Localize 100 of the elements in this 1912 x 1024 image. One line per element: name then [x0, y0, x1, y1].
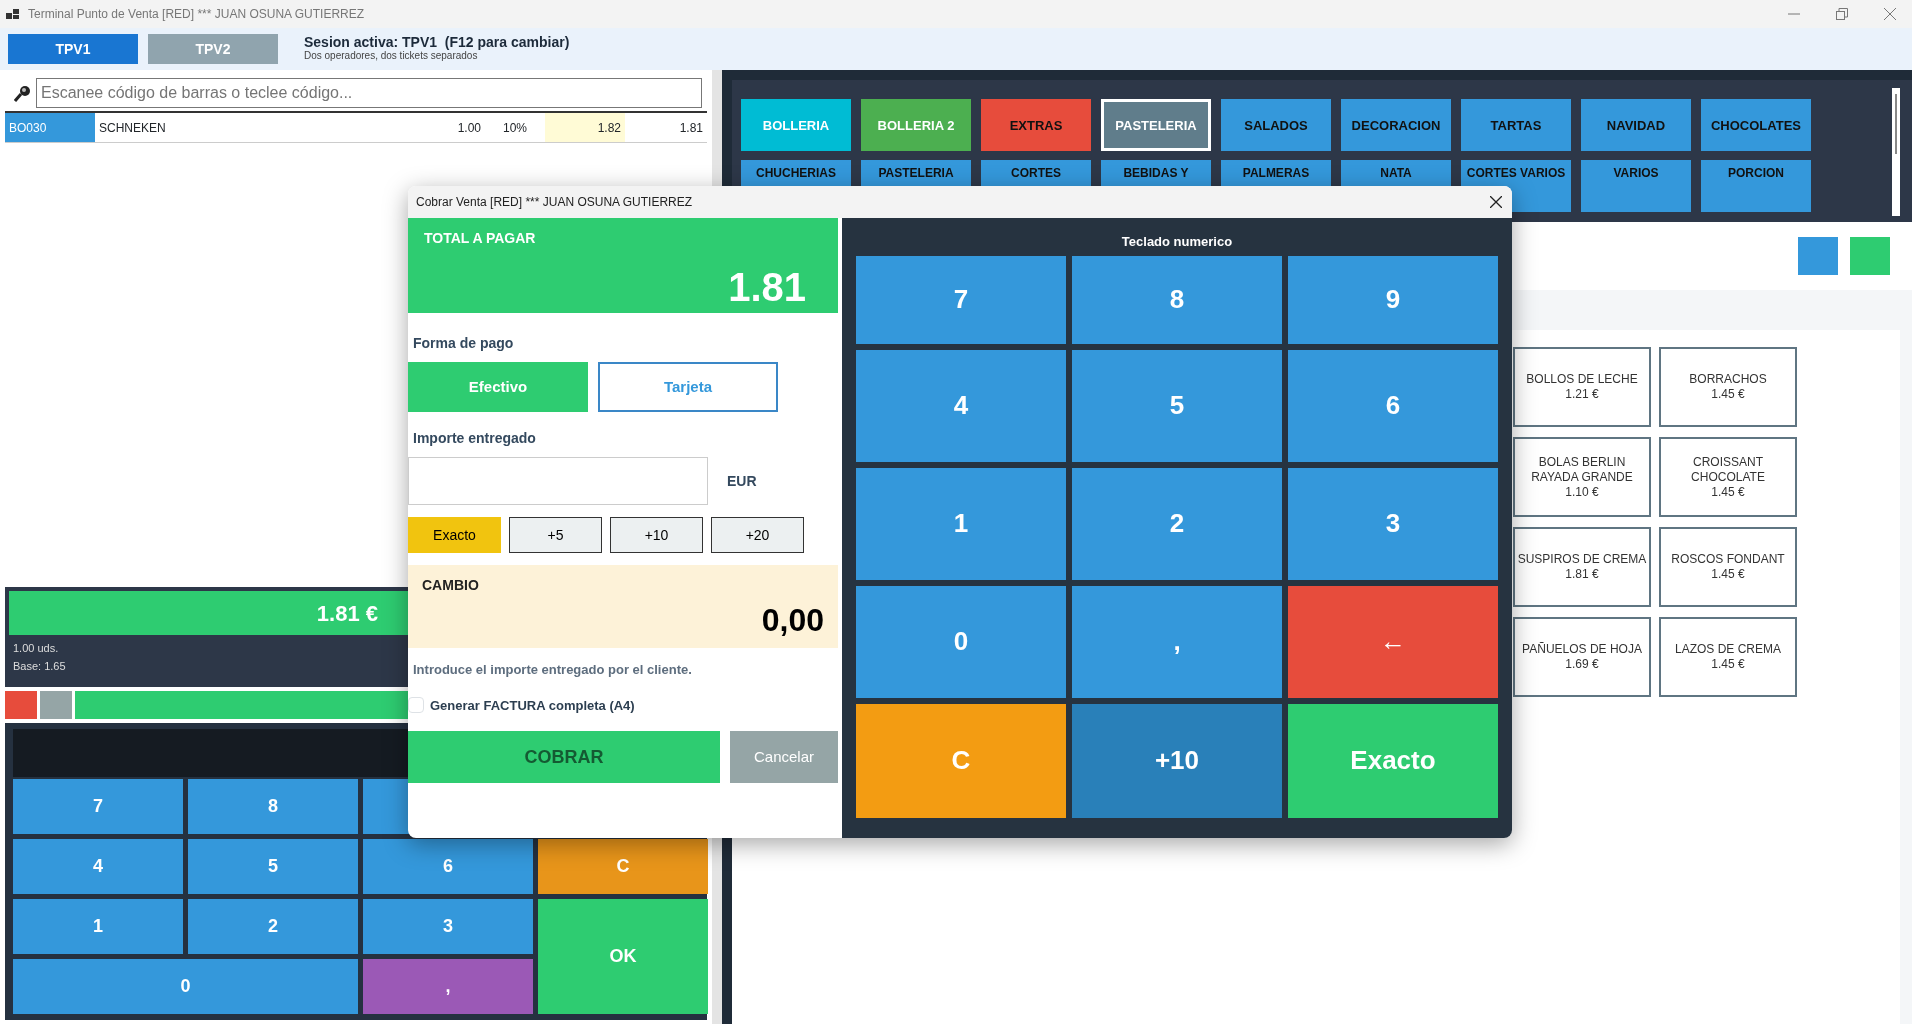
keypad-key[interactable]: 0	[13, 959, 358, 1014]
keypad-key[interactable]: 3	[1288, 467, 1498, 580]
product-card[interactable]: SUSPIROS DE CREMA 1.81 €	[1513, 527, 1651, 607]
product-name: SCHNEKEN	[98, 119, 167, 137]
search-field[interactable]: Escanee código de barras o teclee código...	[36, 78, 702, 108]
total-label: TOTAL A PAGAR	[424, 229, 537, 248]
quantity-cell-text: 1.00	[456, 119, 482, 137]
product-card[interactable]: BOLAS BERLIN RAYADA GRANDE 1.10 €	[1513, 437, 1651, 517]
session-tab[interactable]: TPV1	[8, 34, 138, 64]
product-name: BORRACHOS	[1689, 372, 1767, 387]
product-price: 1.45 €	[1711, 484, 1745, 500]
keypad-key[interactable]: 8	[1072, 255, 1282, 344]
hint-text: Introduce el importe entregado por el cliente.	[412, 661, 693, 679]
line-total-cell-text: 1.81	[678, 119, 704, 137]
units-text: 1.00 uds.	[13, 641, 59, 656]
product-name: CROISSANT CHOCOLATE	[1690, 454, 1766, 485]
product-name: BOLAS BERLIN RAYADA GRANDE	[1530, 454, 1634, 485]
keypad-key[interactable]: 9	[1288, 255, 1498, 344]
confirm-button[interactable]: COBRAR	[408, 731, 720, 783]
product-name: PAÑUELOS DE HOJA	[1522, 642, 1642, 657]
keypad-key[interactable]: 0	[856, 585, 1066, 698]
category-button[interactable]: DECORACION	[1341, 99, 1451, 151]
dialog-title: Cobrar Venta [RED] *** JUAN OSUNA GUTIERREZ	[416, 194, 693, 211]
keypad-key[interactable]: 4	[13, 839, 183, 894]
category-button[interactable]: VARIOS	[1581, 160, 1691, 212]
category-button[interactable]: BOLLERIA 2	[861, 99, 971, 151]
keypad-key[interactable]: 5	[188, 839, 358, 894]
product-price: 1.10 €	[1565, 484, 1599, 500]
cancel-button[interactable]: Cancelar	[730, 731, 838, 783]
payment-method-button[interactable]: Tarjeta	[598, 362, 778, 412]
tax-cell-text: 10%	[502, 119, 528, 137]
keypad-key[interactable]: C	[538, 839, 708, 894]
category-button[interactable]: NAVIDAD	[1581, 99, 1691, 151]
base-text: Base: 1.65	[13, 659, 66, 674]
product-card[interactable]: PAÑUELOS DE HOJA 1.69 €	[1513, 617, 1651, 697]
category-button[interactable]: CHOCOLATES	[1701, 99, 1811, 151]
keypad-key[interactable]: ,	[1072, 585, 1282, 698]
category-button[interactable]: EXTRAS	[981, 99, 1091, 151]
keypad-key[interactable]: 6	[1288, 349, 1498, 462]
product-card[interactable]: CROISSANT CHOCOLATE 1.45 €	[1659, 437, 1797, 517]
quick-amount-button[interactable]: +5	[509, 517, 602, 553]
payment-label: Forma de pago	[412, 334, 515, 353]
product-card[interactable]: ROSCOS FONDANT 1.45 €	[1659, 527, 1797, 607]
keypad-key[interactable]: Exacto	[1288, 703, 1498, 818]
keypad-key[interactable]: 8	[188, 779, 358, 834]
view-button[interactable]	[1798, 237, 1838, 275]
product-price: 1.81 €	[1565, 567, 1599, 582]
session-title: Sesion activa: TPV1 (F12 para cambiar)	[304, 36, 570, 49]
search-icon	[14, 84, 32, 102]
keypad-key[interactable]: 2	[1072, 467, 1282, 580]
restore-icon[interactable]	[1836, 8, 1848, 20]
product-price: 1.69 €	[1565, 657, 1599, 672]
product-card[interactable]: BORRACHOS 1.45 €	[1659, 347, 1797, 427]
keypad-key[interactable]: 2	[188, 899, 358, 954]
keypad-key[interactable]: 7	[13, 779, 183, 834]
product-price: 1.45 €	[1711, 657, 1745, 672]
keypad-key[interactable]: +10	[1072, 703, 1282, 818]
product-name: SUSPIROS DE CREMA	[1517, 552, 1647, 567]
keypad-key[interactable]: 1	[856, 467, 1066, 580]
keypad-key[interactable]: ←	[1288, 585, 1498, 698]
invoice-checkbox[interactable]	[408, 697, 424, 714]
app-icon	[6, 8, 20, 20]
ticket-total: 1.81 €	[316, 599, 378, 628]
session-tab[interactable]: TPV2	[148, 34, 278, 64]
payment-method-button[interactable]: Efectivo	[408, 362, 588, 412]
keypad-key[interactable]: ,	[363, 959, 533, 1014]
quick-amount-button[interactable]: +10	[610, 517, 703, 553]
category-button[interactable]: BOLLERIA	[741, 99, 851, 151]
keypad-key[interactable]: 7	[856, 255, 1066, 344]
keypad-key[interactable]: C	[856, 703, 1066, 818]
category-button[interactable]: SALADOS	[1221, 99, 1331, 151]
keypad-key[interactable]: 3	[363, 899, 533, 954]
price-cell: 1.82	[545, 113, 625, 142]
keypad-key[interactable]: 4	[856, 349, 1066, 462]
product-name: BOLLOS DE LECHE	[1526, 372, 1638, 387]
keypad-key[interactable]: 1	[13, 899, 183, 954]
product-name: LAZOS DE CREMA	[1675, 642, 1781, 657]
keypad-key[interactable]: 6	[363, 839, 533, 894]
quick-amount-button[interactable]: Exacto	[408, 517, 501, 553]
keypad-key[interactable]: OK	[538, 899, 708, 1014]
product-price: 1.21 €	[1565, 387, 1599, 402]
currency-label: EUR	[726, 471, 758, 491]
change-amount: 0,00	[761, 601, 824, 640]
total-amount: 1.81	[728, 264, 806, 311]
scrollbar[interactable]	[1892, 88, 1900, 216]
amount-label: Importe entregado	[412, 429, 537, 448]
product-code: BO030	[5, 113, 95, 142]
view-button[interactable]	[1850, 237, 1890, 275]
close-icon[interactable]	[1490, 196, 1502, 208]
category-button[interactable]: PORCION	[1701, 160, 1811, 212]
category-button[interactable]: PASTELERIA	[1101, 99, 1211, 151]
category-button[interactable]: TARTAS	[1461, 99, 1571, 151]
keypad-key[interactable]: 5	[1072, 349, 1282, 462]
quick-amount-button[interactable]: +20	[711, 517, 804, 553]
product-price: 1.45 €	[1711, 567, 1745, 582]
amount-field[interactable]	[408, 457, 708, 505]
change-label: CAMBIO	[422, 576, 480, 595]
product-card[interactable]: BOLLOS DE LECHE 1.21 €	[1513, 347, 1651, 427]
window-title: Terminal Punto de Venta [RED] *** JUAN OSUNA GUTIERREZ	[28, 6, 365, 23]
product-card[interactable]: LAZOS DE CREMA 1.45 €	[1659, 617, 1797, 697]
